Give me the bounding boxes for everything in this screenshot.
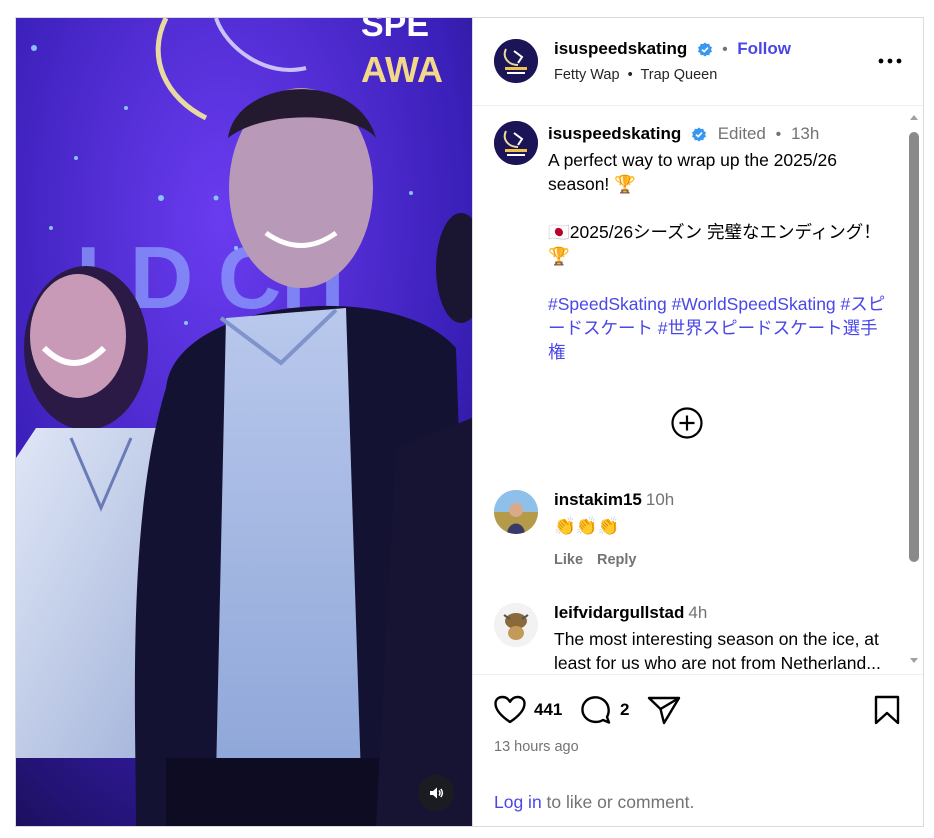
author-avatar[interactable] <box>494 39 538 83</box>
post-side-panel: isuspeedskating • Follow Fetty Wap • Tra… <box>472 18 923 826</box>
post-actions: 441 2 13 hours ago Log in to like or com… <box>473 674 923 827</box>
like-action[interactable]: 441 <box>494 695 562 725</box>
audio-separator: • <box>627 67 633 83</box>
login-suffix: to like or comment. <box>541 792 695 812</box>
backdrop-text-spe: SPE <box>361 18 429 44</box>
scroll-down-arrow-icon[interactable] <box>909 656 919 666</box>
speaker-icon <box>430 787 444 799</box>
comment-header: instakim15 10h <box>554 490 674 510</box>
caption-author-avatar[interactable] <box>494 121 538 165</box>
caption-header: isuspeedskating Edited • 13h <box>548 124 819 144</box>
audio-toggle-button[interactable] <box>418 775 454 811</box>
comment-reply-button[interactable]: Reply <box>597 552 637 568</box>
commenter-username[interactable]: instakim15 <box>554 490 642 509</box>
plus-circle-icon[interactable] <box>670 406 704 440</box>
comment-time: 10h <box>645 490 675 509</box>
header-separator: • <box>722 41 728 58</box>
video-frame: SPE AWA LD CH <box>16 18 472 826</box>
comment-actions: Like Reply <box>554 552 651 568</box>
comment-like-button[interactable]: Like <box>554 552 583 568</box>
post-header: isuspeedskating • Follow Fetty Wap • Tra… <box>473 18 923 106</box>
caption-separator: • <box>775 126 782 143</box>
login-prompt: Log in to like or comment. <box>494 792 694 813</box>
comment-item: instakim15 10h 👏👏👏 Like Reply <box>494 490 899 580</box>
comments-scrollbar[interactable] <box>906 110 922 670</box>
comment-text: The most interesting season on the ice, … <box>554 629 881 673</box>
caption-text: A perfect way to wrap up the 2025/26 sea… <box>548 148 893 364</box>
scroll-up-arrow-icon[interactable] <box>909 112 919 122</box>
caption-username[interactable]: isuspeedskating <box>548 124 681 143</box>
post-media-video[interactable]: SPE AWA LD CH <box>16 18 472 826</box>
share-action[interactable] <box>647 695 681 725</box>
user-photo-avatar <box>494 490 538 534</box>
audio-title: Trap Queen <box>640 67 718 83</box>
caption-hashtags[interactable]: #SpeedSkating #WorldSpeedSkating #スピードスケ… <box>548 292 893 364</box>
heart-icon <box>494 695 526 724</box>
comment-count: 2 <box>620 700 630 719</box>
comments-scroll-area[interactable]: isuspeedskating Edited • 13h A perfect w… <box>473 106 909 674</box>
commenter-avatar[interactable] <box>494 490 538 534</box>
save-action[interactable] <box>873 695 901 725</box>
caption-line-japanese: 🇯🇵2025/26シーズン 完璧なエンディング！🏆 <box>548 222 881 266</box>
login-link[interactable]: Log in <box>494 792 542 812</box>
comment-header: leifvidargullstad 4h <box>554 603 707 623</box>
audio-artist: Fetty Wap <box>554 67 620 83</box>
verified-badge-icon <box>697 42 712 57</box>
caption-time: 13h <box>790 124 820 143</box>
follow-button[interactable]: Follow <box>737 39 791 58</box>
backdrop-text-awa: AWA <box>361 49 443 90</box>
header-title-row: isuspeedskating • Follow <box>554 39 791 59</box>
commenter-avatar[interactable] <box>494 603 538 647</box>
bookmark-icon <box>874 695 900 725</box>
audio-attribution[interactable]: Fetty Wap • Trap Queen <box>554 67 717 83</box>
scrollbar-thumb[interactable] <box>909 132 919 562</box>
post-dialog: SPE AWA LD CH isuspeedskating • Follow F… <box>15 17 924 827</box>
post-timestamp[interactable]: 13 hours ago <box>494 739 579 755</box>
comment-item: leifvidargullstad 4h The most interesting… <box>494 603 899 674</box>
commenter-username[interactable]: leifvidargullstad <box>554 603 684 622</box>
comment-text: 👏👏👏 <box>554 516 620 536</box>
cartoon-avatar <box>494 603 538 647</box>
author-username[interactable]: isuspeedskating <box>554 39 687 58</box>
isu-logo-icon <box>494 121 538 165</box>
edited-label: Edited <box>717 124 766 143</box>
comment-action[interactable]: 2 <box>580 695 629 725</box>
comment-time: 4h <box>688 603 708 622</box>
paper-plane-icon <box>647 696 681 725</box>
more-options-icon[interactable] <box>877 54 903 68</box>
caption-line-english: A perfect way to wrap up the 2025/26 sea… <box>548 150 837 194</box>
verified-badge-icon <box>691 127 706 142</box>
comment-bubble-icon <box>581 696 611 724</box>
isu-logo-icon <box>494 39 538 83</box>
like-count: 441 <box>534 700 563 719</box>
